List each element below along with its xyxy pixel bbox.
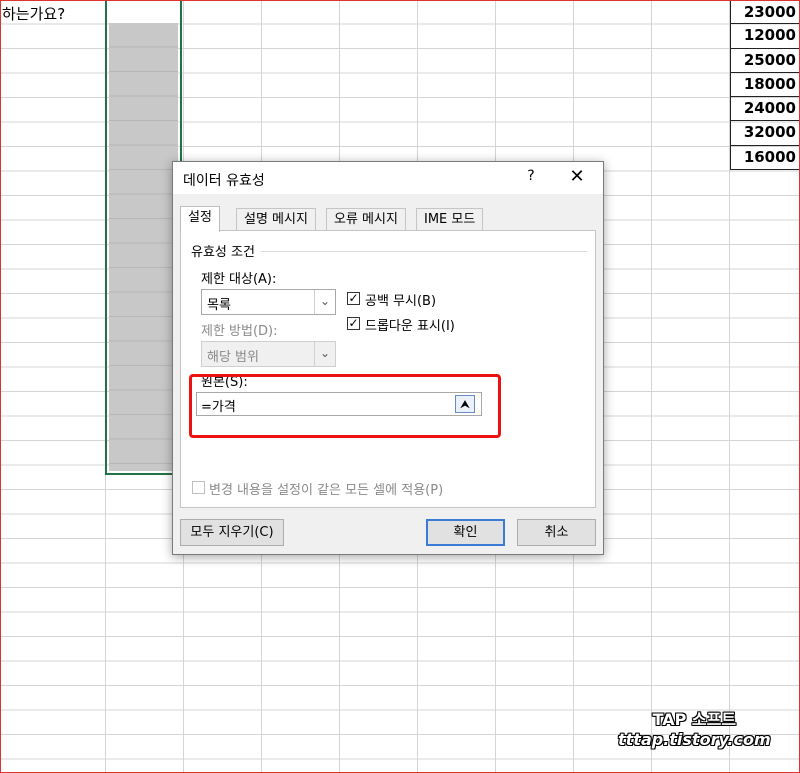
dropdown-checkbox[interactable]: ✓ [347, 317, 360, 330]
tab-error-alert[interactable]: 오류 메시지 [326, 208, 406, 230]
source-input-value: =가격 [201, 400, 236, 415]
settings-panel: 유효성 조건 제한 대상(A): 목록 ⌄ ✓ 공백 무시(B) ✓ 드롭다운 … [180, 230, 596, 508]
price-cell[interactable]: 16000 [730, 145, 800, 171]
allow-select[interactable]: 목록 ⌄ [201, 289, 336, 315]
watermark: TAP 소프트 tttap.tistory.com [618, 706, 771, 749]
selected-range[interactable] [105, 0, 182, 475]
chevron-down-icon[interactable]: ⌄ [314, 290, 335, 314]
chevron-down-icon: ⌄ [314, 342, 335, 366]
help-button[interactable]: ? [521, 168, 541, 188]
selected-range-fill [109, 23, 178, 471]
dialog-title: 데이터 유효성 [183, 173, 265, 189]
dialog-titlebar[interactable]: 데이터 유효성 ? ✕ [173, 162, 603, 194]
price-cell[interactable]: 12000 [730, 24, 800, 49]
ok-button[interactable]: 확인 [426, 519, 505, 546]
tab-settings[interactable]: 설정 [180, 206, 220, 232]
price-column: 23000 12000 25000 18000 24000 32000 1600… [730, 0, 800, 171]
apply-all-label: 변경 내용을 설정이 같은 모든 셀에 적용(P) [209, 483, 444, 498]
ignore-blank-label[interactable]: 공백 무시(B) [365, 290, 436, 309]
data-label: 제한 방법(D): [201, 324, 278, 339]
data-select: 해당 범위 ⌄ [201, 341, 336, 367]
dropdown-label[interactable]: 드롭다운 표시(I) [365, 315, 455, 334]
close-button[interactable]: ✕ [565, 167, 589, 189]
clear-all-button[interactable]: 모두 지우기(C) [180, 519, 284, 546]
question-cell-text: 하는가요? [2, 5, 66, 23]
price-cell[interactable]: 25000 [730, 48, 800, 73]
cancel-button[interactable]: 취소 [517, 519, 596, 546]
price-cell[interactable]: 24000 [730, 97, 800, 122]
allow-select-value: 목록 [207, 298, 231, 313]
price-cell[interactable]: 32000 [730, 121, 800, 146]
tab-ime-mode[interactable]: IME 모드 [416, 208, 484, 230]
price-cell[interactable]: 18000 [730, 72, 800, 98]
source-label: 원본(S): [201, 375, 248, 390]
price-cell[interactable]: 23000 [730, 0, 800, 25]
ignore-blank-checkbox[interactable]: ✓ [347, 292, 360, 305]
apply-all-checkbox [192, 481, 205, 494]
collapse-ref-icon[interactable]: ⮝ [455, 395, 475, 413]
tab-input-message[interactable]: 설명 메시지 [236, 208, 316, 230]
data-validation-dialog: 데이터 유효성 ? ✕ 설정 설명 메시지 오류 메시지 IME 모드 유효성 … [172, 161, 604, 555]
group-divider [261, 251, 587, 252]
allow-label: 제한 대상(A): [201, 272, 277, 287]
data-select-value: 해당 범위 [207, 350, 259, 365]
validation-criteria-label: 유효성 조건 [191, 241, 259, 260]
watermark-line1: TAP 소프트 [652, 710, 737, 729]
watermark-line2: tttap.tistory.com [618, 730, 771, 749]
source-input[interactable]: =가격 ⮝ [196, 392, 482, 416]
